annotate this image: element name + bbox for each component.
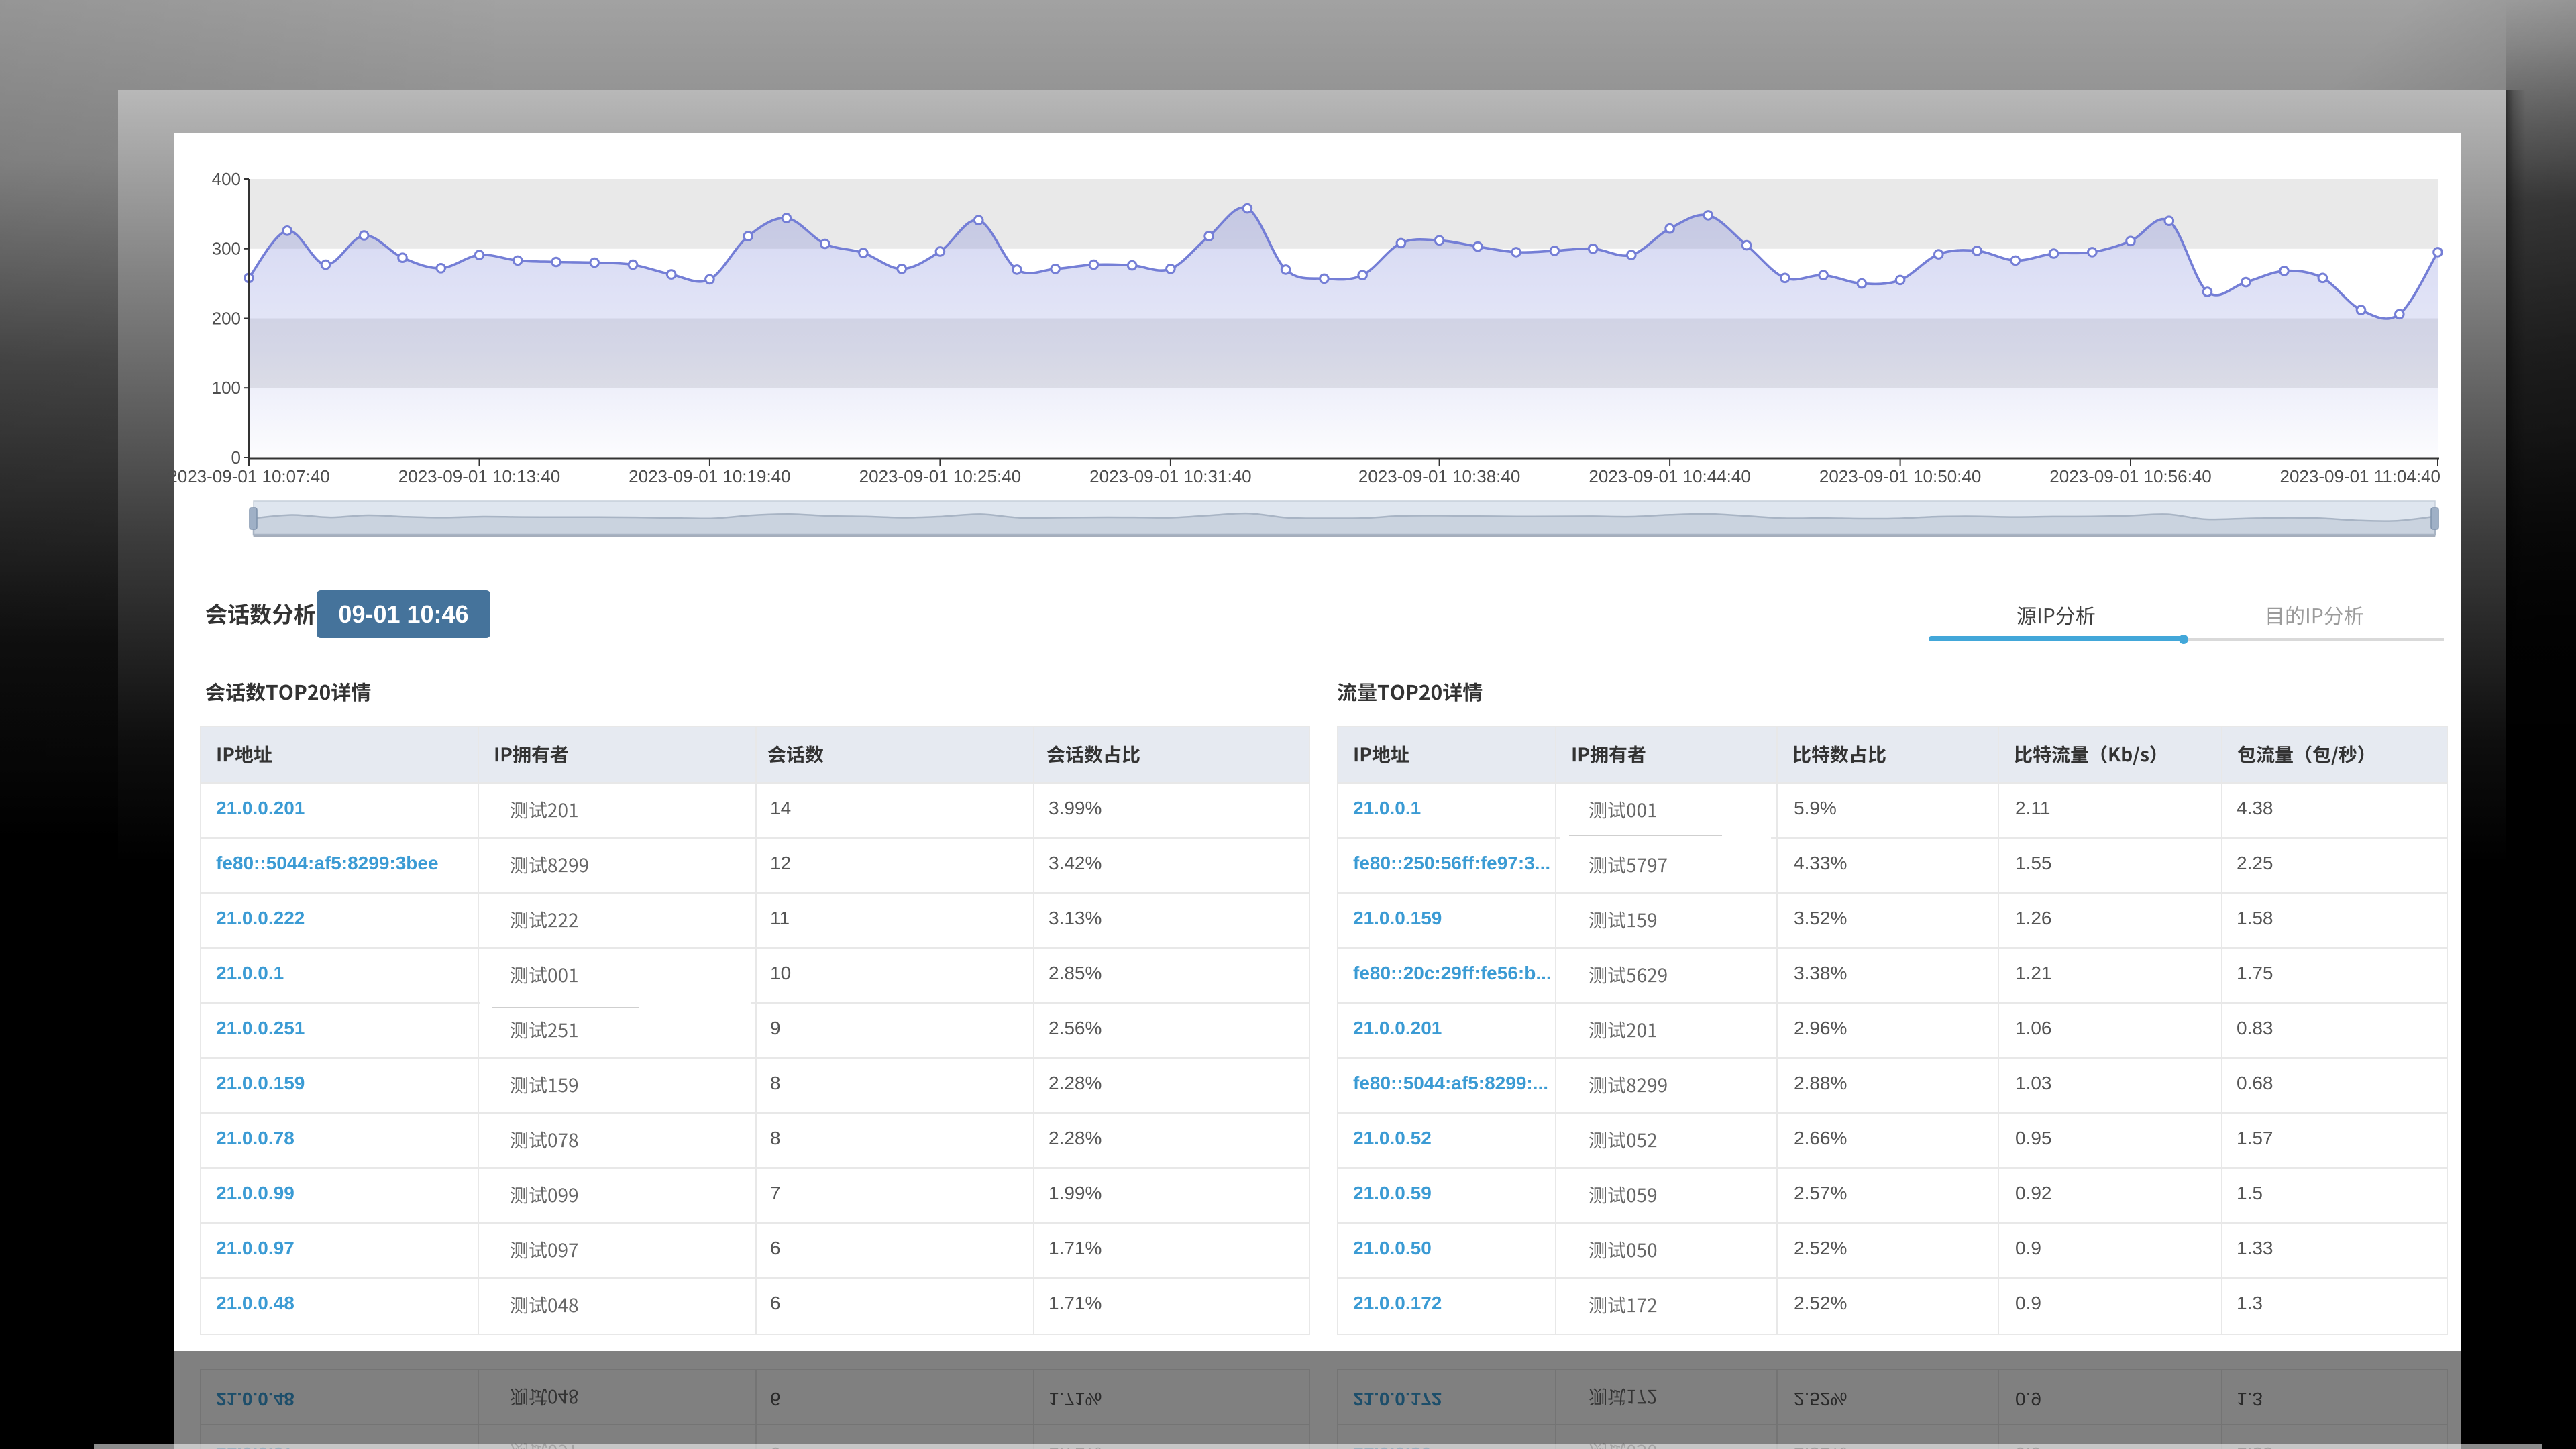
svg-text:400: 400 [212, 169, 241, 189]
svg-text:100: 100 [212, 378, 241, 398]
svg-text:2023-09-01 10:31:40: 2023-09-01 10:31:40 [1089, 466, 1251, 486]
svg-text:2023-09-01 10:44:40: 2023-09-01 10:44:40 [1589, 466, 1750, 486]
svg-text:2023-09-01 10:07:40: 2023-09-01 10:07:40 [168, 466, 329, 486]
svg-text:2023-09-01 11:04:40: 2023-09-01 11:04:40 [2280, 466, 2441, 486]
svg-text:2023-09-01 10:38:40: 2023-09-01 10:38:40 [1358, 466, 1520, 486]
svg-text:2023-09-01 10:56:40: 2023-09-01 10:56:40 [2049, 466, 2211, 486]
svg-text:0: 0 [231, 447, 241, 468]
svg-text:2023-09-01 10:25:40: 2023-09-01 10:25:40 [859, 466, 1021, 486]
svg-text:2023-09-01 10:13:40: 2023-09-01 10:13:40 [398, 466, 560, 486]
svg-text:200: 200 [212, 308, 241, 328]
svg-text:2023-09-01 10:50:40: 2023-09-01 10:50:40 [1819, 466, 1981, 486]
svg-text:2023-09-01 10:19:40: 2023-09-01 10:19:40 [629, 466, 790, 486]
svg-text:300: 300 [212, 239, 241, 259]
